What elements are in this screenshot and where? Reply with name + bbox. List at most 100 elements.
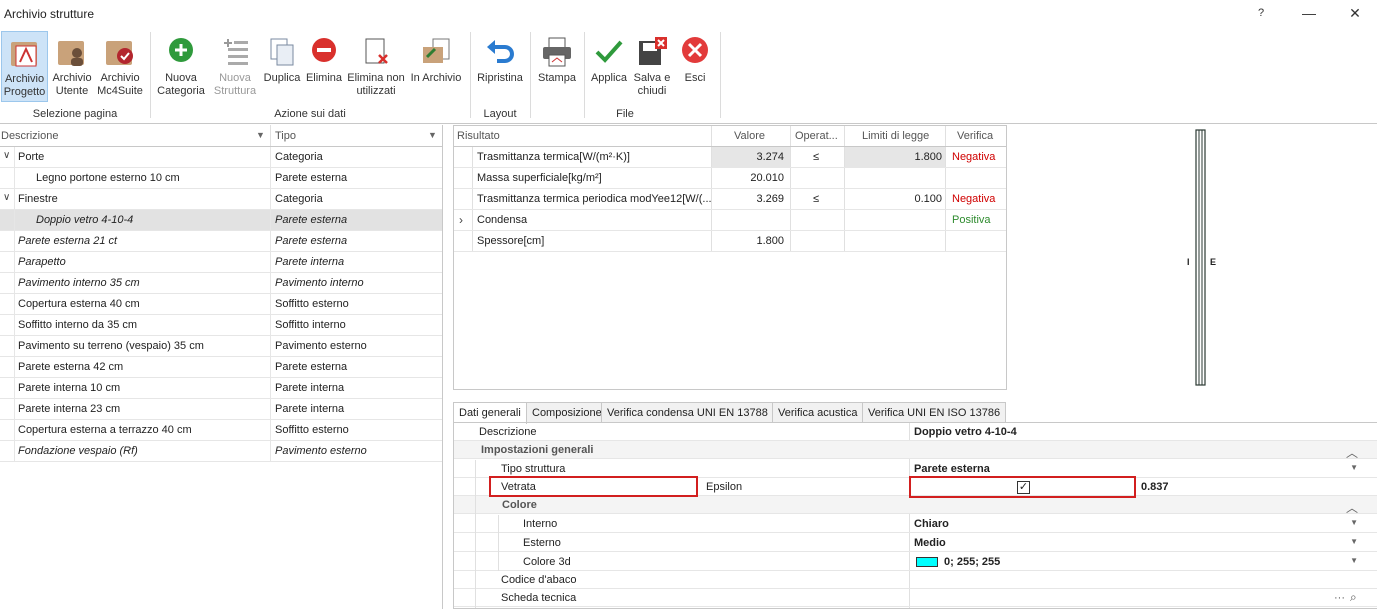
tree-row[interactable]: Parete interna 10 cm Parete interna [0,378,442,399]
salva-chiudi-button[interactable]: Salva e chiudi [631,31,673,102]
archivio-utente-button[interactable]: Archivio Utente [50,31,94,102]
col-operatore[interactable]: Operat... [795,130,838,142]
filter-icon[interactable]: ▼ [256,130,265,140]
row-divider [270,147,271,168]
col-verifica[interactable]: Verifica [957,130,993,142]
result-row[interactable]: Spessore[cm] 1.800 [454,231,1006,252]
archivio-progetto-button[interactable]: Archivio Progetto [1,31,48,102]
col-divider [472,147,473,167]
collapse-icon[interactable]: ︿ [1346,499,1358,516]
col-valore[interactable]: Valore [734,130,765,142]
tree-row[interactable]: Copertura esterna a terrazzo 40 cm Soffit… [0,420,442,441]
tree-row[interactable]: Pavimento interno 35 cm Pavimento interno [0,273,442,294]
prop-label: Tipo struttura [501,463,566,475]
tab-dati-generali[interactable]: Dati generali [453,402,527,424]
elimina-button[interactable]: Elimina [304,31,344,102]
chevron-right-icon[interactable]: › [459,213,463,227]
tab-composizione[interactable]: Composizione [526,402,608,423]
nuova-struttura-button[interactable]: Nuova Struttura [210,31,260,102]
tree-row[interactable]: Fondazione vespaio (Rf) Pavimento esterno [0,441,442,462]
tree-cell-tipo: Categoria [275,193,323,205]
row-divider [270,210,271,231]
tab-verifica-condensa[interactable]: Verifica condensa UNI EN 13788 [601,402,774,423]
prop-value[interactable]: Doppio vetro 4-10-4 [914,426,1017,438]
section-colore[interactable]: Colore ︿ [454,496,1377,516]
dropdown-arrow-icon[interactable]: ▼ [1350,518,1358,527]
plus-circle-icon [164,35,198,69]
result-cell-operatore: ≤ [813,151,820,163]
col-divider [711,168,712,188]
chevron-down-icon[interactable]: ∨ [3,150,10,161]
btn-label-1: Archivio [52,72,92,84]
result-row[interactable]: Massa superficiale[kg/m²] 20.010 [454,168,1006,189]
tree-row[interactable]: Soffitto interno da 35 cm Soffitto intern… [0,315,442,336]
col-descrizione[interactable]: Descrizione [1,130,58,142]
color-swatch[interactable] [916,557,938,567]
tab-verifica-acustica[interactable]: Verifica acustica [772,402,864,423]
prop-value[interactable]: Chiaro [914,518,949,530]
dropdown-arrow-icon[interactable]: ▼ [1350,556,1358,565]
tree-row[interactable]: Parete interna 23 cm Parete interna [0,399,442,420]
help-button[interactable]: ? [1238,0,1284,28]
minus-circle-icon [307,35,341,69]
row-divider [270,189,271,210]
prop-value[interactable]: Medio [914,537,946,549]
tree-row[interactable]: Parete esterna 21 ct Parete esterna [0,231,442,252]
structure-tree: Descrizione ▼ Tipo ▼ ∨ Porte Categoria Legn… [0,125,443,609]
collapse-icon[interactable]: ︿ [1346,444,1358,461]
chevron-down-icon[interactable]: ∨ [3,192,10,203]
col-divider [472,231,473,251]
maximize-button[interactable] [1286,0,1332,28]
title-bar: Archivio strutture ? — ✕ [0,0,1377,28]
esci-button[interactable]: Esci [676,31,714,102]
tree-row[interactable]: ∨ Porte Categoria [0,147,442,168]
tree-row[interactable]: Parapetto Parete interna [0,252,442,273]
result-cell-name: Trasmittanza termica[W/(m²·K)] [477,151,630,163]
col-tipo[interactable]: Tipo [275,130,296,142]
prop-value[interactable]: 0; 255; 255 [944,556,1000,568]
group-label-layout: Layout [483,108,517,120]
ellipsis-button[interactable]: ··· [1334,592,1345,604]
group-separator [530,32,531,118]
result-cell-name: Massa superficiale[kg/m²] [477,172,602,184]
epsilon-value[interactable]: 0.837 [1141,481,1169,493]
duplica-button[interactable]: Duplica [262,31,302,102]
result-cell-limiti: 0.100 [914,193,942,205]
tree-row[interactable]: Pavimento su terreno (vespaio) 35 cm Pavi… [0,336,442,357]
value-cell-bg [711,210,790,230]
tree-row[interactable]: Doppio vetro 4-10-4 Parete esterna [0,210,442,231]
tab-verifica-uni-iso[interactable]: Verifica UNI EN ISO 13786 [862,402,1007,423]
in-archivio-button[interactable]: In Archivio [408,31,464,102]
dropdown-arrow-icon[interactable]: ▼ [1350,537,1358,546]
ripristina-button[interactable]: Ripristina [474,31,526,102]
tree-cell-tipo: Parete esterna [275,214,348,226]
nuova-categoria-button[interactable]: Nuova Categoria [155,31,207,102]
result-row[interactable]: Trasmittanza termica[W/(m²·K)] 3.274 ≤1.80… [454,147,1006,168]
search-icon[interactable]: ⌕ [1350,590,1357,605]
col-divider [790,189,791,209]
col-limiti[interactable]: Limiti di legge [862,130,929,142]
wall-preview: I E [1010,125,1377,390]
tree-row[interactable]: Copertura esterna 40 cm Soffitto esterno [0,294,442,315]
col-divider [844,126,845,146]
btn-label-1: Archivio [100,72,140,84]
col-risultato[interactable]: Risultato [457,130,500,142]
result-row[interactable]: › Condensa Positiva [454,210,1006,231]
filter-icon[interactable]: ▼ [428,130,437,140]
elimina-non-utilizzati-button[interactable]: Elimina non utilizzati [346,31,406,102]
section-impostazioni[interactable]: Impostazioni generali ︿ [454,441,1377,461]
archivio-mc4suite-button[interactable]: Archivio Mc4Suite [96,31,144,102]
tree-row[interactable]: ∨ Finestre Categoria [0,189,442,210]
prop-value[interactable]: Parete esterna [914,463,990,475]
col-divider [472,210,473,230]
group-separator [150,32,151,118]
tree-row[interactable]: Legno portone esterno 10 cm Parete estern… [0,168,442,189]
dropdown-arrow-icon[interactable]: ▼ [1350,463,1358,472]
results-header: Risultato Valore Operat... Limiti di leg… [454,126,1006,147]
applica-button[interactable]: Applica [589,31,629,102]
tree-row[interactable]: Parete esterna 42 cm Parete esterna [0,357,442,378]
stampa-button[interactable]: Stampa [534,31,580,102]
result-row[interactable]: Trasmittanza termica periodica modYee12[… [454,189,1006,210]
col-divider [945,168,946,188]
close-button[interactable]: ✕ [1332,0,1377,28]
